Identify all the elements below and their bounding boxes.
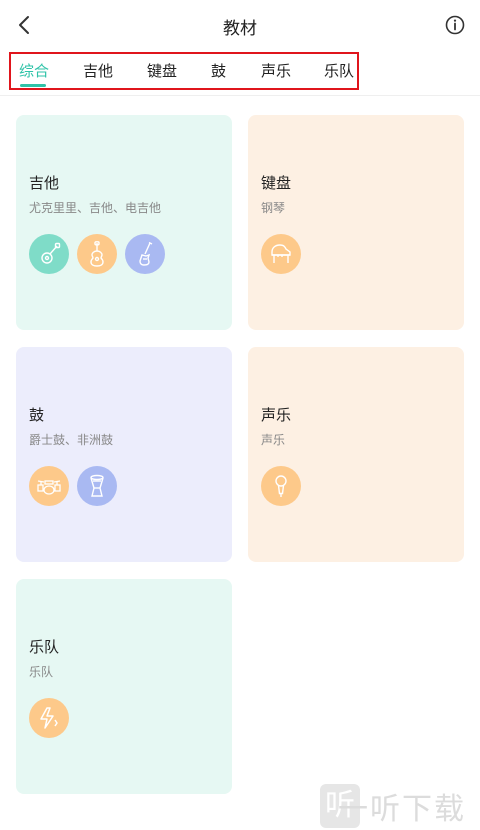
tab-band[interactable]: 乐队 [324, 60, 354, 81]
ukulele-icon [29, 234, 69, 274]
electric-guitar-icon [125, 234, 165, 274]
card-keyboard[interactable]: 键盘 钢琴 [248, 115, 464, 330]
card-subtitle: 声乐 [261, 433, 286, 447]
guitar-icon [77, 234, 117, 274]
card-title: 吉他 [29, 174, 60, 192]
card-vocal[interactable]: 声乐 声乐 [248, 347, 464, 562]
card-guitar[interactable]: 吉他 尤克里里、吉他、电吉他 [16, 115, 232, 330]
tab-drum[interactable]: 鼓 [211, 60, 226, 81]
card-title: 声乐 [261, 406, 292, 424]
info-icon[interactable] [444, 14, 466, 36]
category-tabs: 综合 吉他 键盘 鼓 声乐 乐队 [9, 52, 359, 90]
djembe-icon [77, 466, 117, 506]
tab-keyboard[interactable]: 键盘 [147, 60, 177, 81]
active-tab-indicator [20, 84, 46, 87]
card-subtitle: 乐队 [29, 665, 54, 679]
drum-kit-icon [29, 466, 69, 506]
card-subtitle: 钢琴 [261, 201, 286, 215]
card-subtitle: 爵士鼓、非洲鼓 [29, 433, 114, 447]
tab-vocal[interactable]: 声乐 [261, 60, 291, 81]
card-subtitle: 尤克里里、吉他、电吉他 [29, 201, 162, 215]
band-lightning-icon [29, 698, 69, 738]
card-band[interactable]: 乐队 乐队 [16, 579, 232, 794]
header-divider [0, 95, 480, 96]
page-title: 教材 [223, 19, 257, 39]
microphone-icon [261, 466, 301, 506]
tab-guitar[interactable]: 吉他 [83, 60, 113, 81]
card-drum[interactable]: 鼓 爵士鼓、非洲鼓 [16, 347, 232, 562]
card-title: 乐队 [29, 638, 60, 656]
piano-icon [261, 234, 301, 274]
tab-comprehensive[interactable]: 综合 [19, 60, 49, 81]
card-title: 键盘 [261, 174, 292, 192]
top-bar: 教材 [0, 0, 480, 50]
card-title: 鼓 [29, 406, 45, 424]
watermark-text: 一听下载 [338, 792, 466, 827]
